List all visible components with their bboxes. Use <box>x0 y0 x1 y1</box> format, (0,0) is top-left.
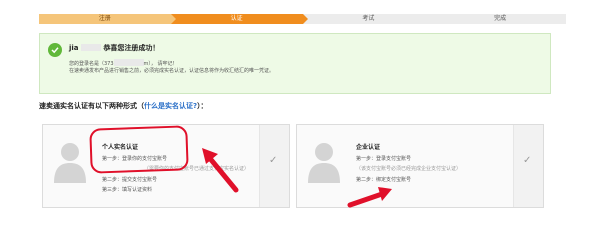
check-icon <box>48 43 62 57</box>
enterprise-verification-card[interactable]: 企业认证 第一步：登录支付宝账号 （该支付宝账号必须已经完成企业支付宝认证） 第… <box>296 124 544 208</box>
card-note: （该支付宝账号必须已经完成企业支付宝认证） <box>356 166 462 172</box>
masked-name <box>80 44 101 51</box>
step-complete: 完成 <box>434 14 566 24</box>
step-register: 注册 <box>39 14 176 24</box>
success-message: 恭喜您注册成功！ <box>103 44 160 52</box>
card-step: 第一步：登录支付宝账号 <box>356 156 412 162</box>
card-step: 第二步：提交支付宝账号 <box>102 177 158 183</box>
select-enterprise-button[interactable]: ✓ <box>513 125 543 207</box>
login-name-line: 您的登录名是（373 m）， 请牢记！ <box>69 59 178 67</box>
checkmark-icon: ✓ <box>269 155 278 166</box>
user-name-prefix: jia <box>69 44 79 52</box>
verification-notice: 在速卖通发布产品进行销售之前，必须完成实名认证，认证信息将作为收汇结汇的唯一凭证… <box>69 68 275 74</box>
checkmark-icon: ✓ <box>523 155 532 166</box>
progress-steps: 注册 认证 考试 完成 <box>39 14 566 24</box>
step-exam: 考试 <box>302 14 435 24</box>
annotation-highlight-circle <box>89 125 189 174</box>
card-title: 企业认证 <box>356 144 381 151</box>
what-is-verification-link[interactable]: 什么是实名认证? <box>144 102 197 110</box>
step-verify: 认证 <box>170 14 308 24</box>
card-step: 第三步：填写认证资料 <box>102 187 153 193</box>
card-step: 第二步：绑定支付宝账号 <box>356 177 412 183</box>
success-notice: jia 恭喜您注册成功！ 您的登录名是（373 m）， 请牢记！ 在速卖通发布产品… <box>39 33 551 94</box>
success-title: jia 恭喜您注册成功！ <box>69 43 159 53</box>
person-avatar-icon <box>54 143 86 183</box>
section-heading: 速卖通实名认证有以下两种形式（什么是实名认证?）： <box>39 102 208 110</box>
select-personal-button[interactable]: ✓ <box>259 125 289 207</box>
person-avatar-icon <box>308 143 340 183</box>
masked-login <box>113 59 144 66</box>
